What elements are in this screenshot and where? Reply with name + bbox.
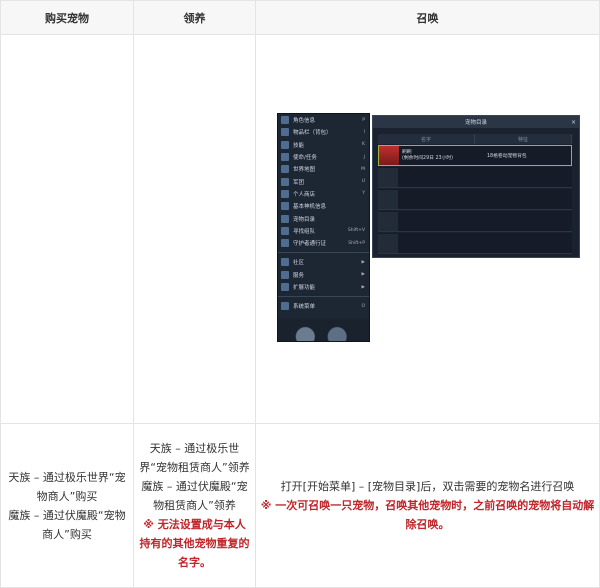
col-name: 名字 (378, 134, 475, 144)
pet-icon (379, 146, 399, 165)
menu-item[interactable]: 角色信息 P (278, 114, 369, 126)
header-adopt: 领养 (133, 0, 256, 35)
menu-item[interactable]: 基本神机信息 (278, 200, 369, 212)
menu-shortcut: J (363, 154, 365, 160)
summon-cell: 打开[开始菜单] – [宠物目录]后，双击需要的宠物名进行召唤 ※ 一次可召唤一… (255, 423, 600, 588)
menu-shortcut: P (362, 117, 365, 123)
buy-line: 天族 – 通过极乐世界“宠物商人”购买 (8, 470, 126, 503)
menu-icon (281, 140, 289, 149)
menu-label: 寻找组队 (293, 228, 316, 235)
menu-label: 使命/任务 (293, 155, 317, 162)
menu-icon (281, 153, 289, 162)
adopt-line: 魔族 – 通过伏魔殿“宠物租赁商人”领养 (141, 480, 248, 512)
menu-label: 系统菜单 (293, 304, 316, 311)
menu-label: 宠物目录 (293, 216, 316, 223)
menu-shortcut: ▶ (361, 284, 365, 290)
menu-label: 物品栏（背包） (293, 130, 332, 137)
menu-icon (281, 165, 289, 174)
menu-shortcut: ▶ (361, 259, 365, 265)
summon-line: 打开[开始菜单] – [宠物目录]后，双击需要的宠物名进行召唤 (280, 480, 575, 493)
menu-item[interactable]: 军团 U (278, 175, 369, 187)
menu-label: 基本神机信息 (293, 204, 327, 211)
header-buy: 购买宠物 (0, 0, 134, 35)
menu-icon (281, 202, 289, 211)
menu-item[interactable]: 服务 ▶ (278, 269, 369, 281)
menu-item[interactable]: 世界地图 M (278, 163, 369, 175)
start-menu: 角色信息 P 物品栏（背包） I 技能 K 使命/任务 J 世界地图 M 军团 U 个人商店 Y 基本神机信… (277, 113, 370, 342)
menu-icon (281, 239, 289, 248)
col-feature: 特征 (475, 134, 572, 144)
menu-item[interactable]: 使命/任务 J (278, 151, 369, 163)
header-summon: 召唤 (255, 0, 600, 35)
menu-shortcut: I (363, 129, 365, 135)
menu-label: 守护者通行证 (293, 241, 327, 248)
menu-shortcut: Shift+P (348, 240, 365, 246)
pet-row-empty[interactable] (378, 167, 572, 188)
adopt-line: 天族 – 通过极乐世界“宠物租赁商人”领养 (139, 442, 250, 474)
menu-label: 扩展功能 (293, 285, 316, 291)
menu-icon (281, 116, 289, 125)
menu-icon (281, 128, 289, 137)
menu-icon (281, 283, 289, 291)
menu-shortcut: ▶ (361, 272, 365, 278)
menu-item[interactable]: 守护者通行证 Shift+P (278, 237, 369, 249)
buy-line: 魔族 – 通过伏魔殿“宠物商人”购买 (8, 508, 126, 541)
menu-label: 技能 (293, 142, 305, 149)
menu-item[interactable]: 寻找组队 Shift+V (278, 225, 369, 237)
menu-shortcut: M (361, 166, 365, 172)
menu-label: 世界地图 (293, 167, 316, 174)
menu-item[interactable]: 技能 K (278, 139, 369, 151)
empty-cell (133, 34, 256, 424)
pet-time: (剩余时间29日 23小时) (402, 155, 454, 161)
adopt-note: ※ 无法设置成与本人持有的其他宠物重复的名字。 (139, 518, 250, 569)
pet-feature: 18格卷动宠物背包 (487, 154, 527, 159)
menu-item[interactable]: 扩展功能 ▶ (278, 281, 369, 293)
window-title: 宠物目录 (464, 120, 487, 126)
pet-row-empty[interactable] (378, 211, 572, 232)
skill-orbs (278, 319, 369, 341)
menu-label: 个人商店 (293, 191, 316, 198)
menu-shortcut: Shift+V (347, 228, 365, 234)
menu-label: 社区 (293, 260, 305, 267)
empty-cell (0, 34, 134, 424)
menu-label: 服务 (293, 272, 305, 279)
menu-label: 角色信息 (293, 118, 316, 125)
menu-shortcut: Y (362, 191, 365, 197)
close-icon[interactable]: × (571, 119, 576, 126)
buy-cell: 天族 – 通过极乐世界“宠物商人”购买 魔族 – 通过伏魔殿“宠物商人”购买 (0, 423, 134, 588)
menu-shortcut: O (361, 303, 365, 309)
summon-note: ※ 一次可召唤一只宠物，召唤其他宠物时，之前召唤的宠物将自动解除召唤。 (260, 499, 595, 531)
menu-item[interactable]: 宠物目录 (278, 212, 369, 224)
pet-row-empty[interactable] (378, 189, 572, 210)
menu-shortcut: K (362, 142, 365, 148)
pet-row[interactable]: 刷刷 (剩余时间29日 23小时) 18格卷动宠物背包 (378, 145, 572, 166)
menu-icon (281, 177, 289, 186)
menu-item[interactable]: 系统菜单 O (278, 300, 369, 312)
menu-item[interactable]: 物品栏（背包） I (278, 126, 369, 138)
menu-icon (281, 189, 289, 198)
menu-icon (281, 270, 289, 279)
pet-row-empty[interactable] (378, 233, 572, 254)
pet-directory-window: 宠物目录 × 名字 特征 刷刷 (剩余时间29日 23小时) 18格卷动宠物背包 (372, 115, 580, 258)
menu-icon (281, 226, 289, 235)
game-screenshot: 角色信息 P 物品栏（背包） I 技能 K 使命/任务 J 世界地图 M 军团 U 个人商店 Y 基本神机信… (277, 113, 583, 342)
menu-icon (281, 214, 289, 223)
menu-item[interactable]: 个人商店 Y (278, 188, 369, 200)
menu-icon (281, 258, 289, 267)
menu-item[interactable]: 社区 ▶ (278, 256, 369, 268)
menu-label: 军团 (293, 179, 305, 186)
menu-icon (281, 302, 289, 311)
adopt-cell: 天族 – 通过极乐世界“宠物租赁商人”领养 魔族 – 通过伏魔殿“宠物租赁商人”… (133, 423, 256, 588)
menu-shortcut: U (361, 179, 365, 185)
